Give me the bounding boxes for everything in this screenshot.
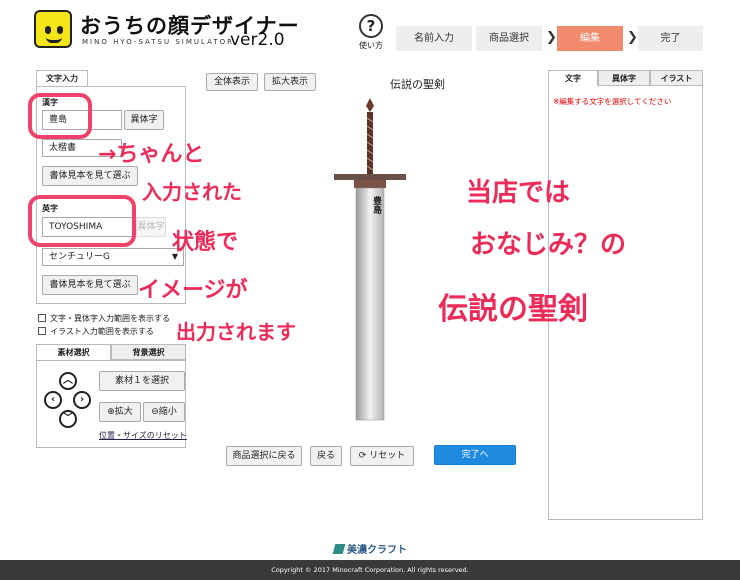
show-text-range-checkbox[interactable]: 文字・異体字入力範囲を表示する (38, 313, 170, 324)
annotation-text: 入力された (142, 180, 242, 204)
done-button[interactable]: 完了へ (434, 445, 516, 465)
zoom-out-button[interactable]: ⊖縮小 (143, 402, 185, 422)
blade-inscription: 豊島 (371, 196, 381, 214)
tab-illustration[interactable]: イラスト (650, 70, 703, 86)
show-text-range-label: 文字・異体字入力範囲を表示する (50, 314, 170, 323)
brand-mark-icon (332, 544, 346, 554)
checkbox-icon (38, 327, 46, 335)
footer-brand: 美濃クラフト (347, 545, 407, 556)
annotation-text: おなじみ？の (470, 230, 627, 260)
kanji-font-sample-button[interactable]: 書体見本を見て選ぶ (42, 166, 138, 186)
move-up-icon[interactable]: ︿ (59, 372, 77, 390)
step-done: 完了 (638, 26, 703, 51)
annotation-text: イメージが (138, 278, 248, 303)
magnifier-minus-icon: ⊖ (151, 407, 159, 417)
back-to-product-button[interactable]: 商品選択に戻る (226, 446, 302, 466)
step-product-select: 商品選択 (476, 26, 542, 51)
checkbox-icon (38, 314, 46, 322)
reset-position-link[interactable]: 位置・サイズのリセット (99, 430, 187, 441)
eiji-variant-button[interactable]: 異体字 (136, 217, 166, 237)
annotation-text: 当店では (466, 178, 571, 208)
select-material-button[interactable]: 素材１を選択 (99, 371, 185, 391)
edit-notice: ※編集する文字を選択してください (553, 97, 672, 106)
refresh-icon: ⟳ (358, 451, 367, 461)
show-illust-range-checkbox[interactable]: イラスト入力範囲を表示する (38, 326, 154, 337)
annotation-text: 出力されます (176, 320, 296, 344)
howto-label: 使い方 (359, 41, 383, 50)
zoom-in-button[interactable]: ⊕拡大 (99, 402, 141, 422)
move-left-icon[interactable]: ‹ (44, 391, 62, 409)
tab-text-input[interactable]: 文字入力 (36, 70, 88, 86)
tab-variant[interactable]: 異体字 (598, 70, 650, 86)
step-edit: 編集 (557, 26, 623, 51)
sword-preview-image (334, 98, 406, 421)
logo-version: ver2.0 (230, 30, 285, 50)
show-zoom-button[interactable]: 拡大表示 (264, 73, 316, 91)
move-right-icon[interactable]: › (73, 391, 91, 409)
annotation-text: →ちゃんと (98, 142, 205, 167)
move-down-icon[interactable]: ﹀ (59, 410, 77, 428)
kanji-variant-button[interactable]: 異体字 (124, 110, 164, 130)
footer-brand-logo[interactable]: 美濃クラフト (332, 541, 407, 556)
back-button[interactable]: 戻る (310, 446, 342, 466)
logo-face-icon (34, 10, 72, 48)
annotation-text: 状態で (172, 230, 239, 255)
highlight-box (28, 93, 92, 139)
eiji-font-select[interactable]: センチュリーG ▼ (42, 248, 184, 266)
eiji-font-sample-button[interactable]: 書体見本を見て選ぶ (42, 275, 138, 295)
kanji-font-value: 太楷書 (49, 143, 77, 153)
chevron-right-icon: ❯ (546, 30, 557, 45)
highlight-box (28, 195, 136, 247)
zoom-in-label: 拡大 (114, 407, 133, 417)
magnifier-plus-icon: ⊕ (107, 407, 115, 417)
show-all-button[interactable]: 全体表示 (206, 73, 258, 91)
show-illust-range-label: イラスト入力範囲を表示する (50, 327, 154, 336)
question-icon: ? (359, 14, 383, 38)
app-logo[interactable]: おうちの顔デザイナー MINO HYO-SATSU SIMULATOR ver2… (34, 8, 299, 52)
annotation-text: 伝説の聖剣 (438, 292, 588, 327)
chevron-right-icon: ❯ (627, 30, 638, 45)
tab-material-select[interactable]: 素材選択 (36, 344, 111, 360)
preview-title: 伝説の聖剣 (390, 78, 445, 91)
howto-button[interactable]: ? 使い方 (356, 14, 386, 51)
eiji-font-value: センチュリーG (49, 252, 110, 262)
reset-label: リセット (369, 451, 406, 461)
logo-subtitle: MINO HYO-SATSU SIMULATOR (82, 38, 234, 46)
step-name-input: 名前入力 (396, 26, 472, 51)
reset-button[interactable]: ⟳ リセット (350, 446, 414, 466)
zoom-out-label: 縮小 (158, 407, 177, 417)
tab-background-select[interactable]: 背景選択 (111, 344, 186, 360)
tab-text[interactable]: 文字 (548, 70, 598, 86)
footer-copyright: Copyright © 2017 Minocraft Corporation. … (0, 560, 740, 580)
